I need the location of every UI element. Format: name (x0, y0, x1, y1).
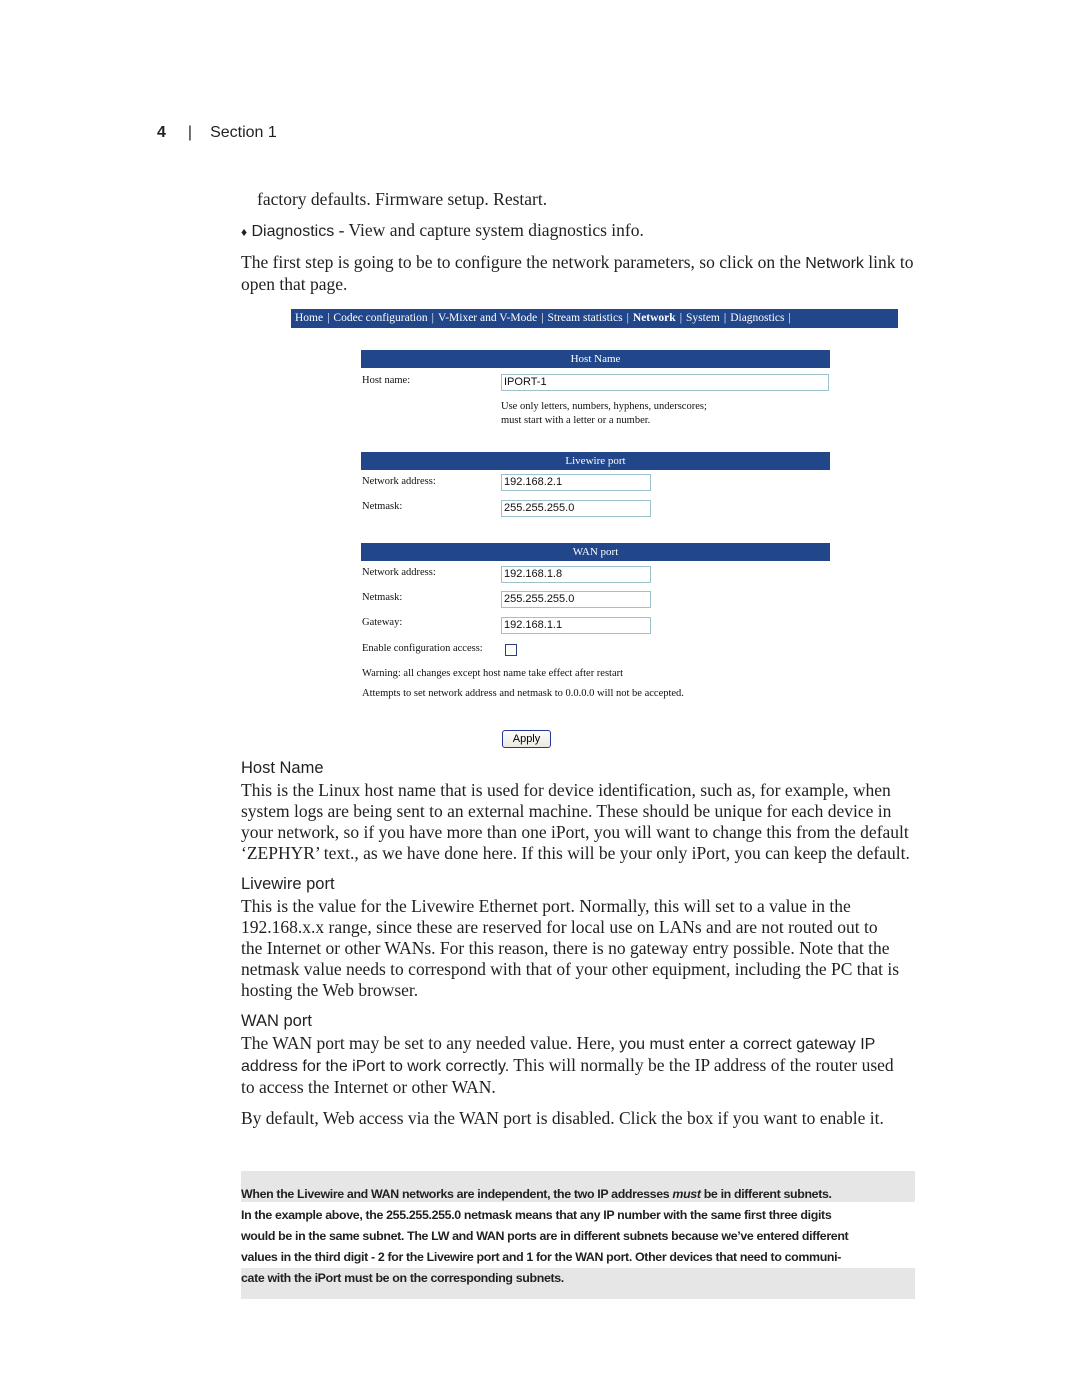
hint-line: must start with a letter or a number. (501, 415, 651, 426)
nav-separator: | (788, 312, 791, 324)
wan-address-input[interactable]: 192.168.1.8 (501, 566, 651, 583)
section-label: Section 1 (210, 124, 277, 141)
restart-warning: Warning: all changes except host name ta… (362, 668, 624, 679)
nav-diagnostics[interactable]: Diagnostics (730, 312, 784, 324)
bullet-term: Diagnostics (251, 223, 335, 240)
paragraph-line: The WAN port may be set to any needed va… (241, 1033, 966, 1055)
continued-paragraph: factory defaults. Firmware setup. Restar… (257, 189, 548, 209)
zero-address-note: Attempts to set network address and netm… (362, 688, 684, 699)
emphasis-run: you must enter a correct gateway IP (619, 1036, 876, 1053)
wan-netmask-label: Netmask: (362, 592, 403, 603)
wan-default-note: By default, Web access via the WAN port … (241, 1108, 884, 1128)
network-link-reference: Network (805, 255, 864, 272)
text-run: be in different subnets. (700, 1187, 832, 1201)
paragraph-line: address for the iPort to work correctly.… (241, 1055, 966, 1077)
note-line: cate with the iPort must be on the corre… (241, 1271, 564, 1285)
step-paragraph: The first step is going to be to configu… (241, 252, 951, 295)
text-run: This will normally be the IP address of … (509, 1055, 894, 1075)
paragraph-line: to access the Internet or other WAN. (241, 1077, 496, 1097)
apply-button[interactable]: Apply (502, 730, 551, 748)
wan-address-label: Network address: (362, 567, 436, 578)
nav-separator: | (723, 312, 727, 324)
bullet-icon: ♦ (241, 225, 248, 239)
note-text: When the Livewire and WAN networks are i… (241, 1184, 915, 1289)
nav-separator: | (431, 312, 434, 324)
emphasis-run: address for the iPort to work correctly. (241, 1058, 510, 1075)
text-run: When the Livewire and WAN networks are i… (241, 1187, 673, 1201)
nav-separator: | (327, 312, 330, 324)
paragraph-line: the Internet or other WANs. For this rea… (241, 938, 890, 958)
wan-section-header: WAN port (361, 543, 830, 561)
nav-home[interactable]: Home (295, 312, 323, 324)
emphasis-run: must (672, 1187, 701, 1201)
host-name-input[interactable]: IPORT-1 (501, 374, 829, 391)
wan-port-heading: WAN port (241, 1012, 312, 1030)
paragraph-line: hosting the Web browser. (241, 980, 419, 1000)
livewire-address-input[interactable]: 192.168.2.1 (501, 474, 651, 491)
host-name-hint: Use only letters, numbers, hyphens, unde… (501, 400, 707, 428)
livewire-port-heading: Livewire port (241, 875, 335, 893)
host-name-section-header: Host Name (361, 350, 830, 368)
hint-line: Use only letters, numbers, hyphens, unde… (501, 401, 707, 412)
paragraph-line: system logs are being sent to an externa… (241, 801, 892, 821)
header-separator: | (187, 124, 193, 141)
nav-system[interactable]: System (686, 312, 720, 324)
paragraph-line: netmask value needs to correspond with t… (241, 959, 900, 979)
enable-config-access-checkbox[interactable] (505, 644, 517, 656)
nav-network[interactable]: Network (633, 312, 676, 324)
livewire-section-header: Livewire port (361, 452, 830, 470)
livewire-address-label: Network address: (362, 476, 436, 487)
nav-separator: | (626, 312, 629, 324)
step-text: The first step is going to be to configu… (241, 252, 806, 272)
note-line: values in the third digit - 2 for the Li… (241, 1250, 842, 1264)
wan-port-paragraph: The WAN port may be set to any needed va… (241, 1033, 966, 1098)
host-name-heading: Host Name (241, 759, 324, 777)
paragraph-line: This is the Linux host name that is used… (241, 780, 891, 800)
nav-v-mixer[interactable]: V-Mixer and V-Mode (438, 312, 537, 324)
host-name-paragraph: This is the Linux host name that is used… (241, 780, 966, 864)
paragraph-line: ‘ZEPHYR’ text., as we have done here. If… (241, 843, 910, 863)
nav-stream-statistics[interactable]: Stream statistics (548, 312, 623, 324)
wan-gateway-label: Gateway: (362, 617, 403, 628)
wan-netmask-input[interactable]: 255.255.255.0 (501, 591, 651, 608)
nav-bar: Home | Codec configuration | V-Mixer and V-M… (291, 309, 898, 328)
page-header: 4 | Section 1 (157, 124, 277, 142)
wan-gateway-input[interactable]: 192.168.1.1 (501, 617, 651, 634)
nav-separator: | (541, 312, 544, 324)
livewire-netmask-label: Netmask: (362, 501, 403, 512)
enable-config-access-label: Enable configuration access: (362, 643, 483, 654)
text-run: The WAN port may be set to any needed va… (241, 1033, 620, 1053)
nav-codec-configuration[interactable]: Codec configuration (333, 312, 427, 324)
subnet-note-box: When the Livewire and WAN networks are i… (241, 1171, 915, 1299)
livewire-netmask-input[interactable]: 255.255.255.0 (501, 500, 651, 517)
livewire-port-paragraph: This is the value for the Livewire Ether… (241, 896, 966, 1001)
bullet-text: - View and capture system diagnostics in… (334, 220, 644, 240)
note-line: When the Livewire and WAN networks are i… (241, 1184, 915, 1205)
host-name-label: Host name: (362, 375, 411, 386)
paragraph-line: your network, so if you have more than o… (241, 822, 909, 842)
nav-separator: | (679, 312, 682, 324)
note-line: In the example above, the 255.255.255.0 … (241, 1208, 832, 1222)
paragraph-line: This is the value for the Livewire Ether… (241, 896, 851, 916)
paragraph-line: 192.168.x.x range, since these are reser… (241, 917, 878, 937)
page-number: 4 (157, 124, 166, 141)
note-line: would be in the same subnet. The LW and … (241, 1229, 849, 1243)
diagnostics-bullet: ♦ Diagnostics - View and capture system … (241, 220, 966, 243)
